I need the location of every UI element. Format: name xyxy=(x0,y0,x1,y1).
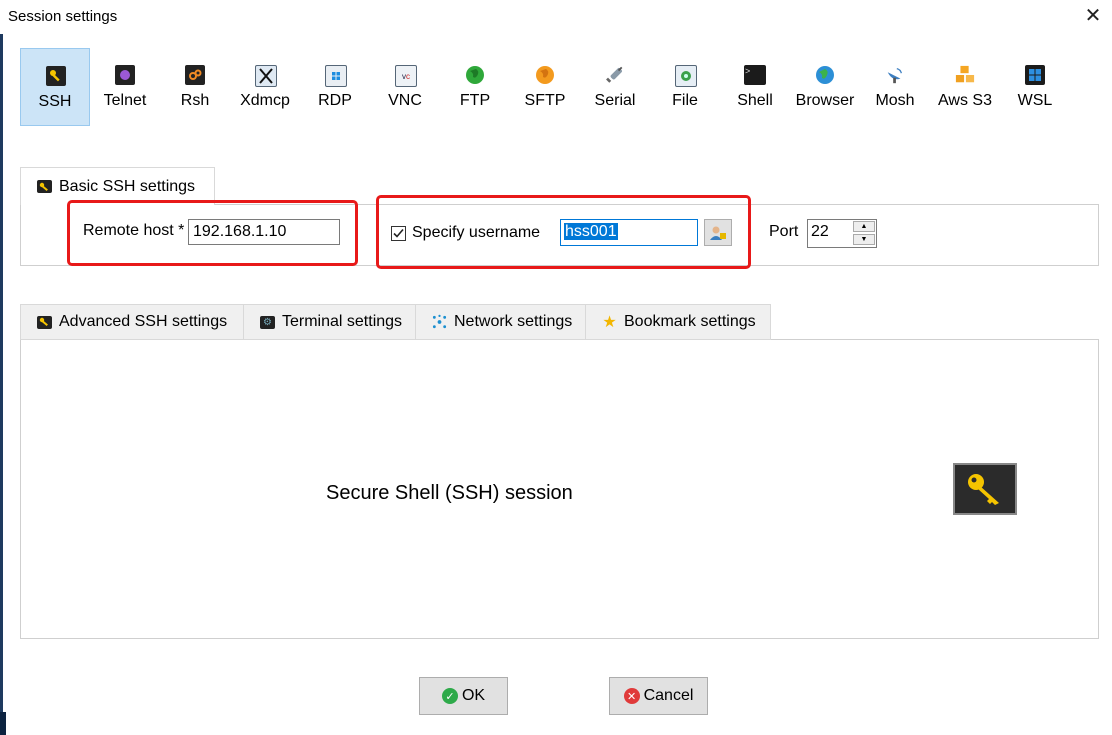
satellite-dish-icon xyxy=(885,65,905,85)
toolbar-item-rsh[interactable]: Rsh xyxy=(160,48,230,126)
desktop-edge xyxy=(0,34,3,735)
toolbar-item-wsl[interactable]: WSL xyxy=(1000,48,1070,126)
key-icon xyxy=(37,180,52,193)
ok-button[interactable]: ✓ OK xyxy=(419,677,508,715)
toolbar-label: Xdmcp xyxy=(240,92,290,109)
desktop-edge-dark xyxy=(0,712,6,735)
terminal-icon: > xyxy=(744,65,766,85)
toolbar-item-rdp[interactable]: RDP xyxy=(300,48,370,126)
tab-network-settings[interactable]: Network settings xyxy=(415,304,586,340)
xdmcp-icon xyxy=(255,65,277,87)
toolbar-item-vnc[interactable]: vc VNC xyxy=(370,48,440,126)
port-value: 22 xyxy=(811,223,829,240)
file-monitor-icon xyxy=(675,65,697,87)
tab-label: Advanced SSH settings xyxy=(59,313,228,330)
toolbar-label: Aws S3 xyxy=(938,92,992,109)
close-icon[interactable]: ✕ xyxy=(1082,3,1104,29)
tab-label: Basic SSH settings xyxy=(59,177,196,195)
toolbar-item-file[interactable]: File xyxy=(650,48,720,126)
rdp-monitor-icon xyxy=(325,65,347,87)
key-icon xyxy=(37,315,52,329)
toolbar-label: RDP xyxy=(318,92,352,109)
tab-terminal-settings[interactable]: ⚙ Terminal settings xyxy=(243,304,416,340)
highlight-box-username xyxy=(376,195,751,269)
toolbar-label: Shell xyxy=(737,92,773,109)
tab-bookmark-settings[interactable]: ★ Bookmark settings xyxy=(585,304,771,340)
browser-globe-icon xyxy=(815,65,835,85)
toolbar-label: WSL xyxy=(1017,92,1053,109)
toolbar-item-serial[interactable]: Serial xyxy=(580,48,650,126)
highlight-box-remote-host xyxy=(67,200,358,266)
window-title: Session settings xyxy=(8,8,118,25)
cancel-label: Cancel xyxy=(643,687,694,704)
telnet-icon xyxy=(115,65,135,85)
toolbar-item-sftp[interactable]: SFTP xyxy=(510,48,580,126)
port-decrement-button[interactable]: ▼ xyxy=(853,234,875,245)
network-icon xyxy=(432,314,447,329)
check-circle-icon: ✓ xyxy=(441,688,458,704)
tab-advanced-ssh-settings[interactable]: Advanced SSH settings xyxy=(20,304,244,340)
session-description: Secure Shell (SSH) session xyxy=(326,482,573,504)
toolbar-label: File xyxy=(672,92,698,109)
ok-label: OK xyxy=(461,687,486,704)
toolbar-label: Telnet xyxy=(103,92,147,109)
serial-plug-icon xyxy=(605,65,625,85)
tab-label: Network settings xyxy=(454,313,573,330)
toolbar-item-shell[interactable]: > Shell xyxy=(720,48,790,126)
toolbar-item-ftp[interactable]: FTP xyxy=(440,48,510,126)
toolbar-item-telnet[interactable]: Telnet xyxy=(90,48,160,126)
terminal-settings-icon: ⚙ xyxy=(260,315,275,329)
tab-label: Terminal settings xyxy=(282,313,403,330)
ssh-key-large-icon xyxy=(953,463,1017,515)
toolbar-label: FTP xyxy=(459,92,491,109)
cancel-circle-icon: ✕ xyxy=(623,688,640,704)
aws-cubes-icon xyxy=(955,65,975,85)
cancel-button[interactable]: ✕ Cancel xyxy=(609,677,708,715)
toolbar-item-mosh[interactable]: Mosh xyxy=(860,48,930,126)
tab-label: Bookmark settings xyxy=(624,313,756,330)
title-bar xyxy=(0,0,1112,34)
port-increment-button[interactable]: ▲ xyxy=(853,221,875,232)
toolbar-label: Rsh xyxy=(180,92,210,109)
toolbar-item-aws-s3[interactable]: Aws S3 xyxy=(930,48,1000,126)
vnc-monitor-icon: vc xyxy=(395,65,417,87)
star-icon: ★ xyxy=(602,314,617,331)
toolbar-item-xdmcp[interactable]: Xdmcp xyxy=(230,48,300,126)
toolbar-item-browser[interactable]: Browser xyxy=(790,48,860,126)
toolbar-label: Browser xyxy=(795,92,855,109)
toolbar-label: Serial xyxy=(594,92,636,109)
toolbar-item-ssh[interactable]: SSH xyxy=(20,48,90,126)
sftp-globe-icon xyxy=(535,65,555,85)
toolbar-label: SSH xyxy=(38,93,72,110)
port-label: Port xyxy=(769,223,799,240)
ftp-globe-icon xyxy=(465,65,485,85)
windows-logo-icon xyxy=(1025,65,1045,85)
toolbar-label: VNC xyxy=(388,92,422,109)
toolbar-label: Mosh xyxy=(875,92,915,109)
ssh-key-icon xyxy=(46,66,66,86)
toolbar-label: SFTP xyxy=(524,92,566,109)
rsh-icon xyxy=(185,65,205,85)
